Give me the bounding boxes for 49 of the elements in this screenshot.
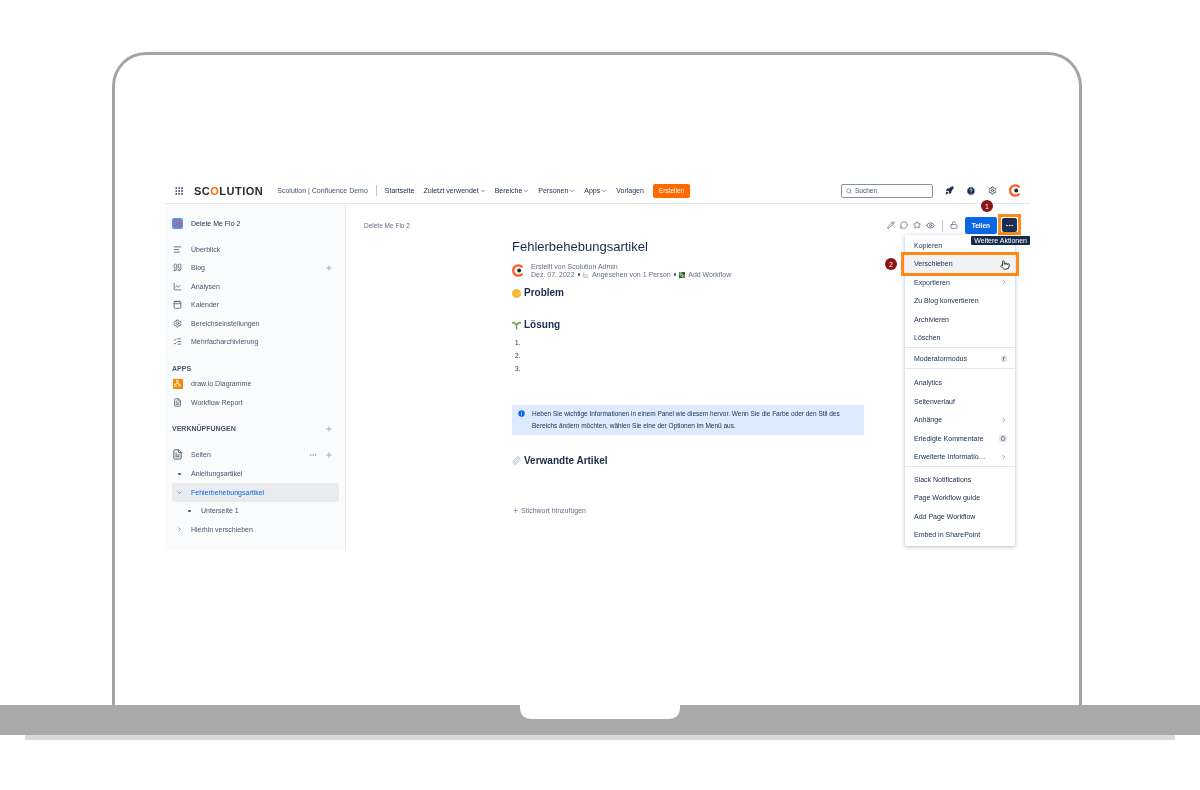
search-icon: [846, 187, 852, 194]
author-avatar: [512, 264, 525, 277]
section-heading: Problem: [524, 286, 564, 300]
quote-icon: [173, 263, 182, 273]
rocket-icon[interactable]: [945, 186, 954, 195]
chevron-icon[interactable]: [176, 488, 183, 496]
page-title: Fehlerbehebungsartikel: [512, 239, 649, 255]
app-switcher-icon[interactable]: [174, 185, 184, 196]
add-icon[interactable]: [325, 450, 333, 459]
gear-icon: [173, 318, 182, 328]
add-icon[interactable]: [325, 424, 333, 433]
pages-icon: [172, 449, 183, 460]
document-icon: [173, 397, 182, 407]
logo[interactable]: SCOLUTION: [194, 184, 264, 197]
star-icon[interactable]: [912, 221, 921, 229]
more-actions-button[interactable]: [1002, 218, 1017, 232]
paperclip-icon: [512, 456, 521, 465]
bullet-icon: [178, 472, 181, 475]
avatar-icon[interactable]: [1009, 184, 1022, 197]
workflow-icon: [679, 271, 686, 278]
eye-icon[interactable]: [925, 220, 935, 230]
comment-icon[interactable]: [899, 221, 908, 229]
chevron-icon[interactable]: [523, 187, 530, 194]
section-heading: Verwandte Artikel: [524, 453, 608, 468]
plus-icon: [512, 507, 519, 514]
bullet-icon: [673, 273, 677, 276]
chart-icon: [173, 281, 182, 291]
sprout-icon: [512, 320, 521, 330]
hand-cursor-icon: [1000, 259, 1010, 270]
space-icon: [172, 217, 183, 229]
edit-icon[interactable]: [886, 221, 895, 229]
chevron-icon[interactable]: [176, 525, 183, 533]
chevron-icon[interactable]: [569, 187, 576, 194]
info-icon: [517, 409, 526, 418]
checklist-icon: [173, 337, 182, 347]
lock-icon[interactable]: [949, 221, 958, 229]
chevron-icon[interactable]: [601, 187, 608, 194]
calendar-icon: [173, 300, 182, 310]
diagram-app-icon: [172, 378, 183, 389]
bullet-icon: [577, 273, 581, 276]
chevron-icon[interactable]: [479, 187, 486, 194]
settings-icon[interactable]: [988, 186, 997, 195]
emoji-icon: [512, 288, 521, 298]
bullet-icon: [188, 509, 191, 512]
list-icon: [173, 244, 182, 254]
add-icon[interactable]: [325, 263, 333, 272]
help-icon[interactable]: [966, 185, 976, 196]
section-heading: Lösung: [524, 318, 561, 332]
chart-icon: [583, 271, 590, 278]
